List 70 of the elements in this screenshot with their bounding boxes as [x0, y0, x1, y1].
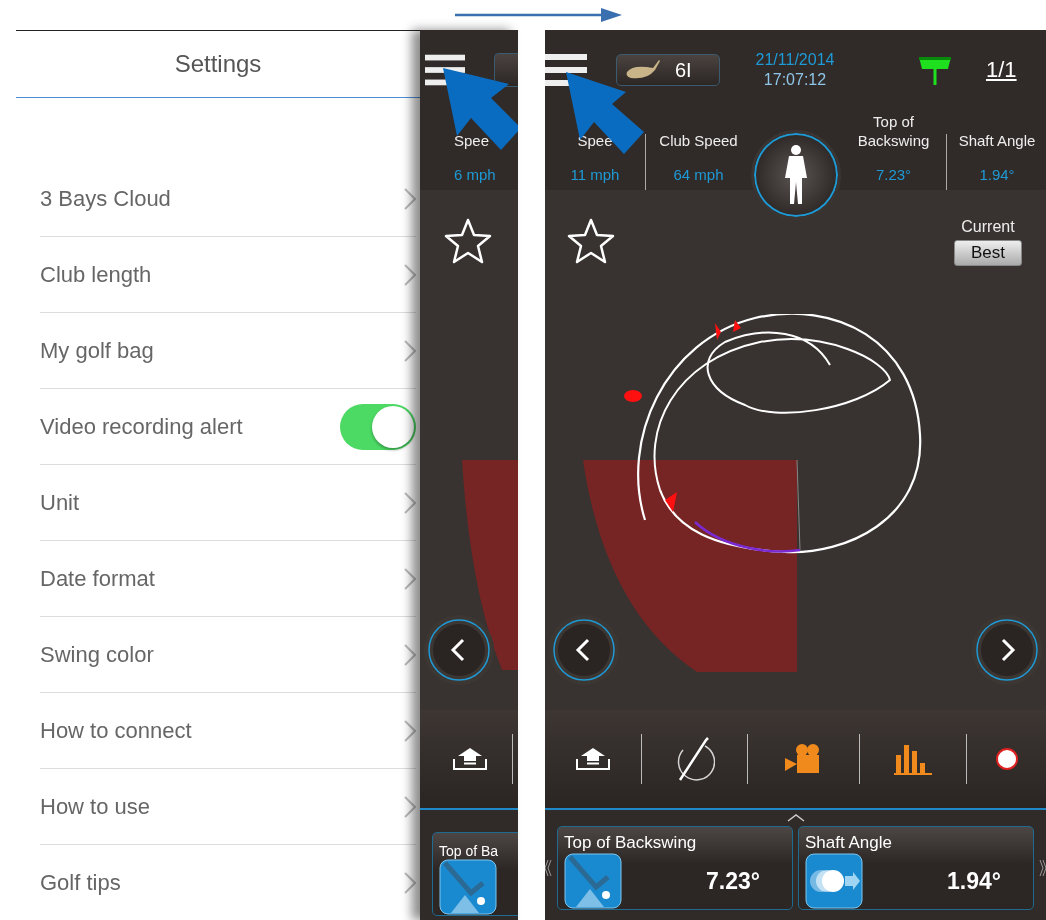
chevron-right-icon [404, 339, 416, 362]
toggle-switch[interactable] [340, 403, 416, 450]
item-label: How to use [40, 793, 151, 820]
best-button[interactable]: Best [954, 240, 1022, 266]
chevron-right-icon [404, 871, 416, 894]
card-value: 1.94° [947, 867, 1001, 895]
metric-value: 64 mph [673, 166, 724, 183]
item-label: Video recording alert [40, 413, 243, 440]
menu-icon[interactable] [425, 53, 466, 87]
metric-label: Spee [577, 131, 613, 150]
item-label: Golf tips [40, 869, 121, 896]
double-chevron-left-icon[interactable] [545, 859, 552, 877]
card-title: Shaft Angle [805, 833, 893, 853]
time-text: 17:07:12 [763, 70, 827, 90]
settings-item[interactable]: 3 Bays Cloud [40, 161, 416, 237]
metric-value: 11 mph [570, 166, 620, 183]
metric-label: Shaft Angle [958, 131, 1036, 150]
golf-club-icon [625, 60, 661, 80]
stat-card[interactable]: Shaft Angle 1.94° [798, 826, 1034, 910]
star-icon[interactable] [567, 218, 615, 264]
settings-item[interactable]: Club length [40, 237, 416, 313]
chevron-right-icon [404, 643, 416, 666]
chevron-right-icon [404, 719, 416, 742]
chevron-right-icon [404, 491, 416, 514]
club-icon [439, 859, 497, 915]
chevron-right-icon [975, 618, 1039, 682]
metric-value: 6 mph [454, 166, 496, 183]
item-label: 3 Bays Cloud [40, 185, 171, 212]
settings-item[interactable]: Date format [40, 541, 416, 617]
settings-item[interactable]: My golf bag [40, 313, 416, 389]
settings-item[interactable]: Video recording alert [40, 389, 416, 465]
caret-up-icon[interactable] [786, 814, 805, 822]
stat-card[interactable]: Top of Backswing 7.23° [557, 826, 793, 910]
settings-item[interactable]: How to use [40, 769, 416, 845]
upload-icon [452, 747, 488, 771]
item-label: Date format [40, 565, 155, 592]
item-label: Unit [40, 489, 80, 516]
chevron-left-icon [427, 618, 491, 682]
card-title: Top of Ba [439, 842, 499, 859]
date-text: 21/11/2014 [755, 50, 835, 70]
chevron-right-icon [404, 567, 416, 590]
stat-card[interactable]: Top of Ba [432, 832, 518, 916]
chevron-right-icon [404, 263, 416, 286]
flag-icon[interactable] [918, 55, 952, 85]
chevron-right-icon [404, 795, 416, 818]
club-button[interactable]: 6I [616, 54, 720, 86]
shaft-angle-icon [805, 853, 863, 909]
settings-item[interactable]: How to connect [40, 693, 416, 769]
double-chevron-right-icon[interactable] [1039, 859, 1046, 877]
item-label: Club length [40, 261, 152, 288]
metric-label: Spee [454, 131, 490, 150]
item-label: How to connect [40, 717, 192, 744]
item-label: My golf bag [40, 337, 154, 364]
metric-value: 7.23° [875, 166, 912, 183]
settings-item[interactable]: Unit [40, 465, 416, 541]
star-icon[interactable] [444, 218, 492, 264]
chevron-right-icon [404, 187, 416, 210]
chevron-left-icon [552, 618, 616, 682]
metric-value: 1.94° [979, 166, 1015, 183]
card-title: Top of Backswing [564, 833, 698, 853]
metric-label: Top of Backswing [856, 112, 931, 150]
metric-label: Club Speed [659, 131, 738, 150]
settings-item[interactable]: Golf tips [40, 845, 416, 920]
club-icon [564, 853, 622, 909]
current-label: Current [961, 218, 1015, 236]
settings-item[interactable]: Swing color [40, 617, 416, 693]
club-button[interactable] [494, 53, 518, 87]
card-value: 7.23° [706, 867, 760, 895]
item-label: Swing color [40, 641, 154, 668]
page-counter[interactable]: 1/1 [986, 57, 1017, 83]
